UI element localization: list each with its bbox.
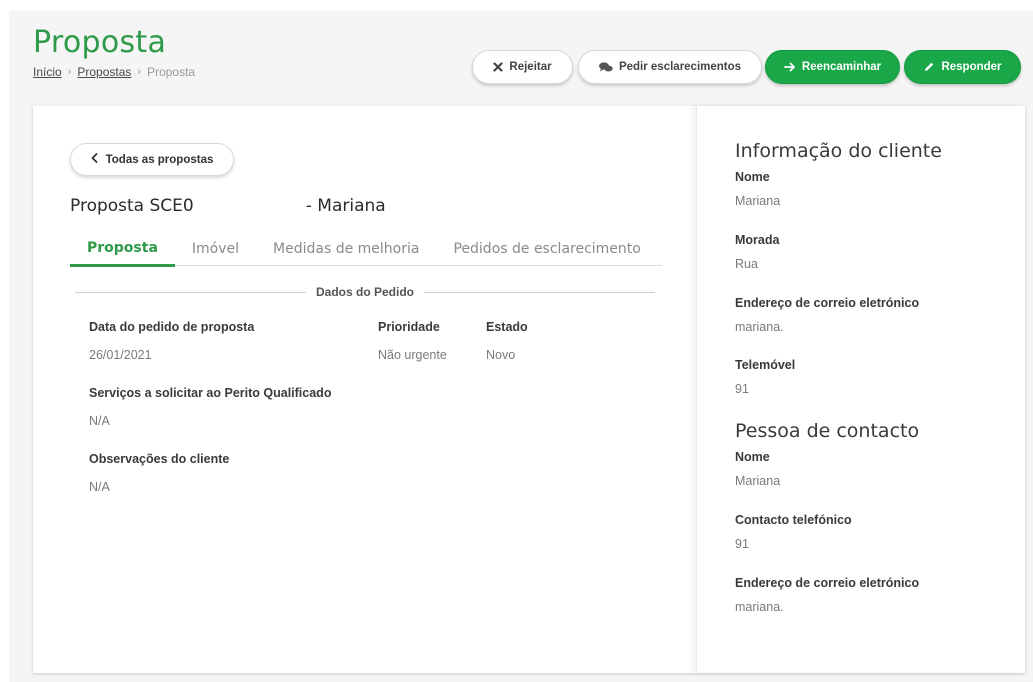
proposal-card: Todas as propostas Proposta SCE0 - Marian… bbox=[33, 106, 1025, 673]
services-label: Serviços a solicitar ao Perito Qualifica… bbox=[89, 386, 332, 400]
respond-button[interactable]: Responder bbox=[904, 50, 1021, 84]
client-address-value: Rua bbox=[735, 257, 758, 271]
request-date-label: Data do pedido de proposta bbox=[89, 320, 255, 334]
chevron-left-icon bbox=[91, 153, 98, 166]
chevron-right-icon: › bbox=[67, 66, 72, 78]
services-value: N/A bbox=[89, 414, 110, 428]
respond-button-label: Responder bbox=[941, 61, 1002, 73]
back-to-proposals-button[interactable]: Todas as propostas bbox=[70, 143, 234, 176]
status-label: Estado bbox=[486, 320, 528, 334]
arrow-right-icon bbox=[783, 62, 796, 72]
priority-label: Prioridade bbox=[378, 320, 440, 334]
forward-button-label: Reencaminhar bbox=[801, 61, 882, 73]
app-window: Proposta Início › Propostas › Proposta R… bbox=[9, 11, 1033, 682]
forward-button[interactable]: Reencaminhar bbox=[765, 50, 900, 84]
contact-name-value: Mariana bbox=[735, 474, 781, 488]
client-mobile-label: Telemóvel bbox=[735, 358, 796, 372]
proposal-tabs: Proposta Imóvel Medidas de melhoria Pedi… bbox=[70, 232, 662, 267]
breadcrumb: Início › Propostas › Proposta bbox=[33, 65, 195, 79]
section-header: Dados do Pedido bbox=[75, 284, 656, 300]
tab-imovel[interactable]: Imóvel bbox=[175, 232, 256, 266]
client-info-panel: Informação do cliente Nome Mariana Morad… bbox=[696, 106, 1025, 673]
proposal-details-panel: Todas as propostas Proposta SCE0 - Marian… bbox=[33, 106, 696, 673]
breadcrumb-home-link[interactable]: Início bbox=[33, 65, 62, 79]
contact-person-heading: Pessoa de contacto bbox=[735, 420, 920, 442]
contact-phone-label: Contacto telefónico bbox=[735, 513, 852, 527]
reject-button[interactable]: Rejeitar bbox=[472, 50, 573, 84]
contact-email-label: Endereço de correio eletrónico bbox=[735, 576, 920, 590]
priority-value: Não urgente bbox=[378, 348, 447, 362]
proposal-title: Proposta SCE0 - Mariana bbox=[70, 196, 386, 216]
client-name-label: Nome bbox=[735, 170, 770, 184]
contact-email-value: mariana. bbox=[735, 600, 784, 614]
ask-clarification-label: Pedir esclarecimentos bbox=[618, 61, 742, 73]
back-button-label: Todas as propostas bbox=[105, 153, 214, 166]
tab-proposta[interactable]: Proposta bbox=[70, 232, 175, 267]
status-value: Novo bbox=[486, 348, 516, 362]
client-address-label: Morada bbox=[735, 233, 780, 247]
chat-bubbles-icon bbox=[598, 61, 613, 73]
chevron-right-icon: › bbox=[137, 66, 142, 78]
contact-name-label: Nome bbox=[735, 450, 770, 464]
ask-clarification-button[interactable]: Pedir esclarecimentos bbox=[578, 50, 762, 84]
client-mobile-value: 91 bbox=[735, 382, 749, 396]
client-info-heading: Informação do cliente bbox=[735, 140, 942, 162]
client-email-value: mariana. bbox=[735, 320, 784, 334]
client-notes-value: N/A bbox=[89, 480, 110, 494]
breadcrumb-proposals-link[interactable]: Propostas bbox=[77, 65, 131, 79]
tab-medidas-de-melhoria[interactable]: Medidas de melhoria bbox=[256, 232, 436, 266]
client-email-label: Endereço de correio eletrónico bbox=[735, 296, 920, 310]
contact-phone-value: 91 bbox=[735, 537, 749, 551]
pencil-icon bbox=[923, 61, 935, 73]
proposal-code: Proposta SCE0 bbox=[70, 196, 194, 216]
close-x-icon bbox=[493, 62, 504, 72]
client-notes-label: Observações do cliente bbox=[89, 452, 230, 466]
breadcrumb-current: Proposta bbox=[147, 65, 196, 79]
client-name-value: Mariana bbox=[735, 194, 781, 208]
divider bbox=[75, 291, 306, 293]
proposal-client-name: - Mariana bbox=[305, 196, 386, 216]
divider bbox=[424, 291, 656, 293]
tab-pedidos-de-esclarecimento[interactable]: Pedidos de esclarecimento bbox=[436, 232, 657, 266]
section-title: Dados do Pedido bbox=[316, 285, 415, 299]
reject-button-label: Rejeitar bbox=[509, 61, 552, 73]
request-date-value: 26/01/2021 bbox=[89, 348, 152, 362]
page-title: Proposta bbox=[33, 25, 167, 60]
